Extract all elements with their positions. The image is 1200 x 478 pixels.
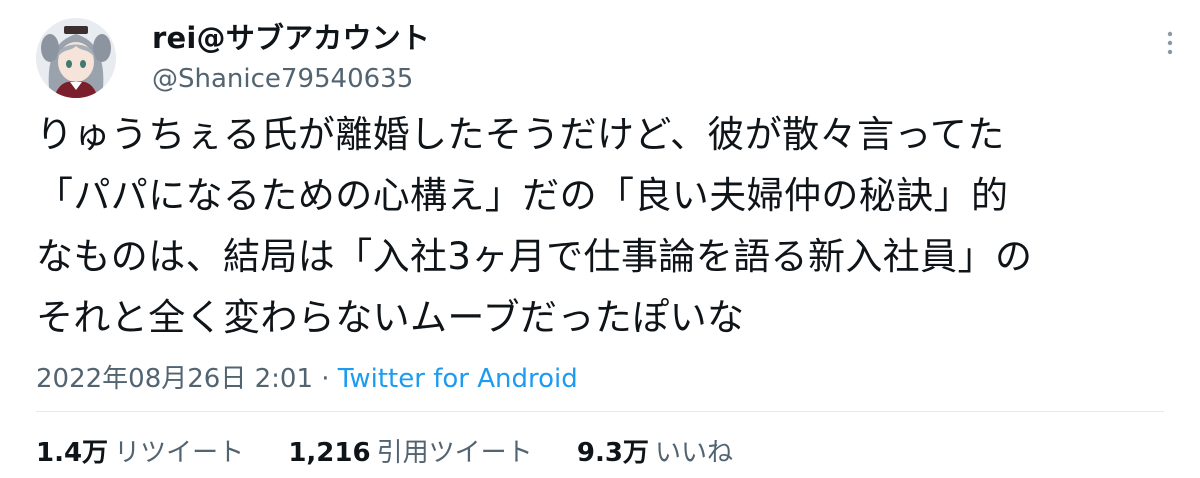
- likes-stat[interactable]: 9.3万 いいね: [577, 436, 733, 470]
- quote-tweets-count: 1,216: [288, 438, 371, 468]
- avatar[interactable]: [36, 18, 116, 98]
- author-handle[interactable]: @Shanice79540635: [152, 62, 413, 96]
- meta-separator: ·: [313, 364, 338, 394]
- more-vertical-icon: [1167, 31, 1173, 55]
- tweet-text-line: 「パパになるための心構え」だの「良い夫婦仲の秘訣」的: [36, 174, 1009, 217]
- quote-tweets-label: 引用ツイート: [376, 438, 533, 468]
- tweet-card: rei@サブアカウント @Shanice79540635 りゅうちぇる氏が離婚し…: [0, 0, 1200, 478]
- author-display-name[interactable]: rei@サブアカウント: [152, 20, 430, 56]
- likes-count: 9.3万: [576, 438, 649, 468]
- engagement-stats: 1.4万 リツイート 1,216 引用ツイート 9.3万 いいね: [36, 436, 733, 470]
- tweet-meta: 2022年08月26日 2:01 · Twitter for Android: [36, 362, 578, 396]
- tweet-text-line: なものは、結局は「入社3ヶ月で仕事論を語る新入社員」の: [36, 235, 1033, 278]
- divider: [36, 411, 1164, 412]
- retweets-stat[interactable]: 1.4万 リツイート: [36, 436, 244, 470]
- likes-label: いいね: [654, 438, 733, 468]
- tweet-text-line: りゅうちぇる氏が離婚したそうだけど、彼が散々言ってた: [36, 113, 1005, 156]
- tweet-timestamp[interactable]: 2022年08月26日 2:01: [36, 364, 313, 394]
- retweets-label: リツイート: [114, 438, 245, 468]
- anime-avatar-icon: [36, 18, 116, 98]
- tweet-text: りゅうちぇる氏が離婚したそうだけど、彼が散々言ってた 「パパになるための心構え」…: [36, 104, 1166, 348]
- retweets-count: 1.4万: [36, 438, 109, 468]
- tweet-source-link[interactable]: Twitter for Android: [338, 364, 578, 394]
- more-options-button[interactable]: [1158, 26, 1182, 60]
- quote-tweets-stat[interactable]: 1,216 引用ツイート: [288, 436, 532, 470]
- tweet-text-line: それと全く変わらないムーブだったぽいな: [36, 296, 745, 339]
